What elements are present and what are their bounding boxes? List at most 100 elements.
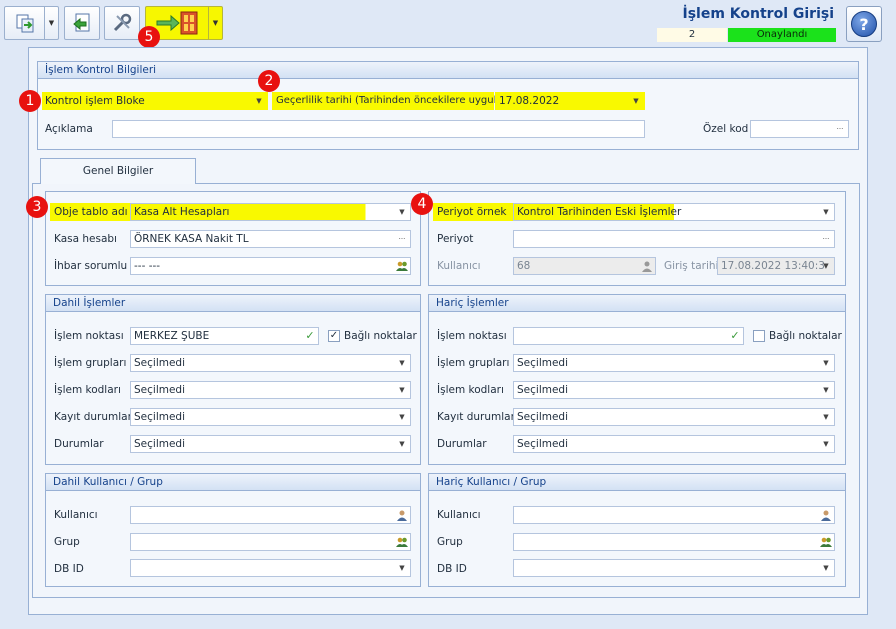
kasa-hesabi-input[interactable]: ÖRNEK KASA Nakit TL ··· — [130, 230, 411, 248]
chevron-down-icon[interactable]: ▼ — [394, 204, 410, 220]
dahil-dbid-label: DB ID — [54, 563, 84, 575]
chevron-down-icon[interactable]: ▼ — [394, 409, 410, 425]
haric-kullanici-title: Hariç Kullanıcı / Grup — [429, 474, 845, 491]
help-button[interactable]: ? — [846, 6, 882, 42]
haric-islem-noktasi-input[interactable]: ✓ — [513, 327, 744, 345]
dahil-bagli-label: Bağlı noktalar — [344, 330, 417, 342]
ozel-kod-label: Özel kod — [703, 123, 749, 135]
dahil-durumlar-value: Seçilmedi — [134, 438, 186, 450]
check-icon[interactable]: ✓ — [727, 328, 743, 344]
ihbar-sorumlu-input[interactable]: --- --- — [130, 257, 411, 275]
dahil-islem-gruplari-select[interactable]: Seçilmedi ▼ — [130, 354, 411, 372]
haric-bagli-label: Bağlı noktalar — [769, 330, 842, 342]
haric-grup-label: Grup — [437, 536, 463, 548]
ihbar-label: İhbar sorumlu — [54, 260, 128, 272]
back-icon — [73, 13, 90, 32]
page-title: İşlem Kontrol Girişi — [682, 6, 835, 22]
kasa-label: Kasa hesabı — [54, 233, 117, 245]
haric-islem-gruplari-select[interactable]: Seçilmedi ▼ — [513, 354, 835, 372]
chevron-down-icon[interactable]: ▼ — [394, 355, 410, 371]
ellipsis-icon[interactable]: ··· — [394, 231, 410, 247]
chevron-down-icon[interactable]: ▼ — [818, 355, 834, 371]
dahil-durumlar-select[interactable]: Seçilmedi ▼ — [130, 435, 411, 453]
haric-islem-kodlari-value: Seçilmedi — [517, 384, 569, 396]
haric-kayit-durumlari-select[interactable]: Seçilmedi ▼ — [513, 408, 835, 426]
gecerlilik-label: Geçerlilik tarihi (Tarihinden öncekilere… — [276, 95, 507, 106]
obje-label: Obje tablo adı — [54, 206, 128, 218]
dahil-islem-kodlari-value: Seçilmedi — [134, 384, 186, 396]
haric-islem-kodlari-select[interactable]: Seçilmedi ▼ — [513, 381, 835, 399]
haric-kullanici-label: Kullanıcı — [437, 509, 481, 521]
haric-dbid-label: DB ID — [437, 563, 467, 575]
dahil-islem-noktasi-label: İşlem noktası — [54, 330, 124, 342]
chevron-down-icon[interactable]: ▼ — [818, 436, 834, 452]
copy-button[interactable]: ▼ — [4, 6, 59, 40]
badge-5: 5 — [138, 26, 160, 48]
dahil-grup-input[interactable] — [130, 533, 411, 551]
chevron-down-icon[interactable]: ▼ — [818, 560, 834, 576]
users-icon[interactable] — [394, 258, 410, 274]
users-icon[interactable] — [394, 534, 410, 550]
dahil-islem-noktasi-value: MERKEZ ŞUBE — [134, 330, 210, 342]
giris-tarihi-value: 17.08.2022 13:40:3 — [721, 260, 825, 272]
periyot-label: Periyot — [437, 233, 474, 245]
export-dropdown-arrow[interactable]: ▼ — [208, 7, 222, 39]
badge-4: 4 — [411, 193, 433, 215]
haric-islem-gruplari-label: İşlem grupları — [437, 357, 510, 369]
user-icon — [639, 258, 655, 274]
dahil-islem-gruplari-label: İşlem grupları — [54, 357, 127, 369]
obje-tablo-select[interactable]: Kasa Alt Hesapları ▼ — [130, 203, 411, 221]
dahil-bagli-checkbox[interactable]: ✓ — [328, 330, 340, 342]
periyot-ornek-value: Kontrol Tarihinden Eski İşlemler — [517, 206, 682, 218]
giris-tarihi-label: Giriş tarihi — [664, 260, 719, 272]
chevron-down-icon[interactable]: ▼ — [394, 560, 410, 576]
tools-button[interactable] — [104, 6, 140, 40]
haric-kayit-durumlari-value: Seçilmedi — [517, 411, 569, 423]
chevron-down-icon[interactable]: ▼ — [394, 436, 410, 452]
ellipsis-icon[interactable]: ··· — [832, 121, 848, 137]
gecerlilik-date-input[interactable]: 17.08.2022 ▼ — [495, 92, 645, 110]
chevron-down-icon[interactable]: ▼ — [818, 382, 834, 398]
periyot-input[interactable]: ··· — [513, 230, 835, 248]
dahil-kayit-durumlari-select[interactable]: Seçilmedi ▼ — [130, 408, 411, 426]
dahil-durumlar-label: Durumlar — [54, 438, 104, 450]
badge-3: 3 — [26, 196, 48, 218]
chevron-down-icon[interactable]: ▼ — [394, 382, 410, 398]
dahil-dbid-select[interactable]: ▼ — [130, 559, 411, 577]
dahil-kullanici-input[interactable] — [130, 506, 411, 524]
tab-genel-bilgiler[interactable]: Genel Bilgiler — [40, 158, 196, 184]
obje-tablo-value: Kasa Alt Hesapları — [134, 206, 230, 218]
kullanici-ro-label: Kullanıcı — [437, 260, 481, 272]
export-icon — [156, 11, 198, 35]
chevron-down-icon[interactable]: ▼ — [251, 93, 267, 109]
ozel-kod-input[interactable]: ··· — [750, 120, 849, 138]
haric-dbid-select[interactable]: ▼ — [513, 559, 835, 577]
help-icon: ? — [851, 11, 877, 37]
haric-durumlar-select[interactable]: Seçilmedi ▼ — [513, 435, 835, 453]
haric-bagli-checkbox[interactable] — [753, 330, 765, 342]
ellipsis-icon[interactable]: ··· — [818, 231, 834, 247]
periyot-ornek-select[interactable]: Kontrol Tarihinden Eski İşlemler ▼ — [513, 203, 835, 221]
haric-kullanici-input[interactable] — [513, 506, 835, 524]
tools-icon — [113, 13, 132, 32]
dahil-islem-gruplari-value: Seçilmedi — [134, 357, 186, 369]
kontrol-islemi-select[interactable]: Bloke ▼ — [112, 92, 268, 110]
chevron-down-icon[interactable]: ▼ — [818, 409, 834, 425]
badge-1: 1 — [19, 90, 41, 112]
haric-islem-kodlari-label: İşlem kodları — [437, 384, 504, 396]
copy-dropdown-arrow[interactable]: ▼ — [44, 7, 58, 39]
dahil-kullanici-label: Kullanıcı — [54, 509, 98, 521]
haric-grup-input[interactable] — [513, 533, 835, 551]
user-icon[interactable] — [818, 507, 834, 523]
chevron-down-icon[interactable]: ▼ — [628, 93, 644, 109]
user-icon[interactable] — [394, 507, 410, 523]
dahil-islem-noktasi-input[interactable]: MERKEZ ŞUBE ✓ — [130, 327, 319, 345]
dahil-islem-kodlari-select[interactable]: Seçilmedi ▼ — [130, 381, 411, 399]
chevron-down-icon: ▼ — [823, 262, 829, 270]
users-icon[interactable] — [818, 534, 834, 550]
check-icon[interactable]: ✓ — [302, 328, 318, 344]
aciklama-input[interactable] — [112, 120, 645, 138]
status-badge: Onaylandı — [728, 28, 836, 42]
chevron-down-icon[interactable]: ▼ — [818, 204, 834, 220]
back-button[interactable] — [64, 6, 100, 40]
